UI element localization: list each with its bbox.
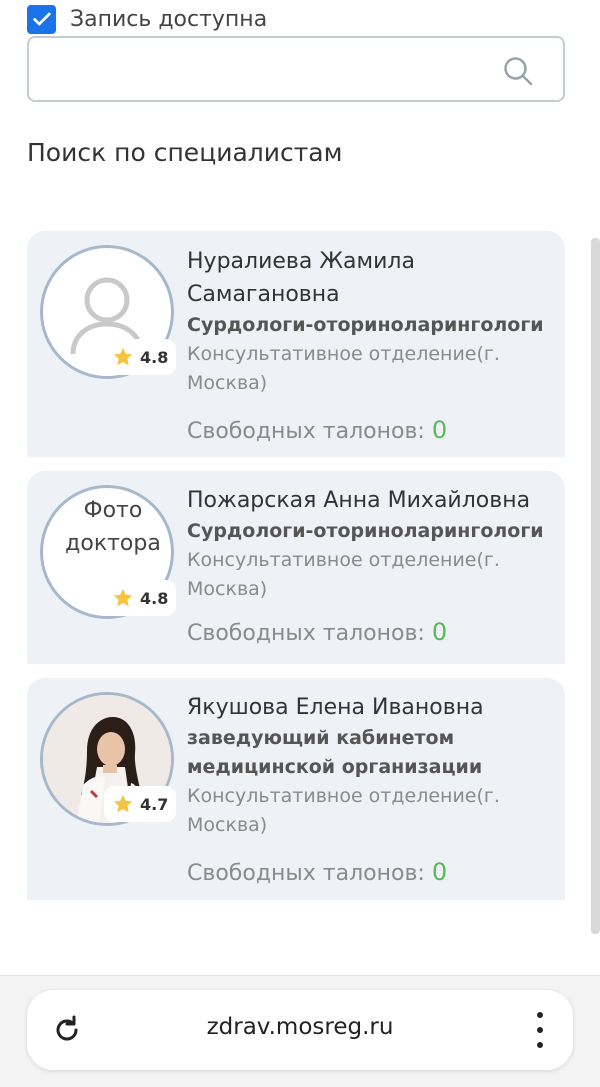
doctor-name[interactable]: Пожарская Анна Михайловна (187, 484, 545, 517)
search-icon[interactable] (503, 56, 533, 86)
checkmark-icon (32, 12, 51, 26)
available-filter[interactable]: Запись доступна (27, 3, 267, 35)
free-tickets: Свободных талонов: 0 (187, 858, 545, 886)
doctor-department: Консультативное отделение(г. Москва) (187, 343, 500, 394)
doctor-name[interactable]: Нуралиева Жамила Самагановна (187, 245, 545, 311)
rating-value: 4.7 (140, 794, 169, 814)
rating-badge: 4.8 (104, 580, 177, 616)
available-label: Запись доступна (70, 6, 268, 32)
free-tickets-count: 0 (431, 618, 448, 646)
doctor-info: Нуралиева Жамила Самагановна Сурдологи-о… (187, 245, 545, 444)
rating-value: 4.8 (140, 347, 169, 367)
doctor-department: Консультативное отделение(г. Москва) (187, 549, 500, 600)
doctor-info: Якушова Елена Ивановна заведующий кабине… (187, 691, 545, 886)
more-menu-icon[interactable] (537, 1012, 545, 1048)
available-checkbox[interactable] (27, 4, 56, 34)
star-icon (113, 794, 133, 813)
doctor-specialty: Сурдологи-оториноларингологи (187, 314, 544, 336)
doctor-specialty: Сурдологи-оториноларингологи (187, 520, 544, 542)
free-tickets-label: Свободных талонов: (187, 419, 425, 444)
rating-badge: 4.8 (104, 339, 177, 375)
doctor-info: Пожарская Анна Михайловна Сурдологи-отор… (187, 484, 545, 646)
doctor-department: Консультативное отделение(г. Москва) (187, 785, 500, 836)
free-tickets-label: Свободных талонов: (187, 861, 425, 886)
photo-alt-text: Фото доктора (65, 498, 161, 556)
doctor-specialty: заведующий кабинетом медицинской организ… (187, 727, 483, 778)
rating-value: 4.8 (140, 588, 169, 608)
rating-badge: 4.7 (104, 786, 177, 822)
doctor-card[interactable]: Фото доктора 4.8 Пожарская Анна Михайлов… (27, 471, 565, 664)
section-title: Поиск по специалистам (27, 138, 343, 167)
free-tickets-label: Свободных талонов: (187, 621, 425, 646)
doctor-card[interactable]: 4.8 Нуралиева Жамила Самагановна Сурдоло… (27, 231, 565, 457)
scrollbar[interactable] (591, 238, 600, 934)
star-icon (113, 347, 133, 366)
free-tickets-count: 0 (431, 858, 448, 886)
star-icon (113, 588, 133, 607)
doctor-name[interactable]: Якушова Елена Ивановна (187, 691, 545, 724)
free-tickets: Свободных талонов: 0 (187, 618, 545, 646)
doctor-card[interactable]: 4.7 Якушова Елена Ивановна заведующий ка… (27, 678, 565, 900)
free-tickets: Свободных талонов: 0 (187, 416, 545, 444)
url-text[interactable]: zdrav.mosreg.ru (27, 1014, 573, 1040)
address-bar[interactable]: zdrav.mosreg.ru (27, 990, 573, 1070)
free-tickets-count: 0 (431, 416, 448, 444)
search-input[interactable] (27, 36, 565, 102)
